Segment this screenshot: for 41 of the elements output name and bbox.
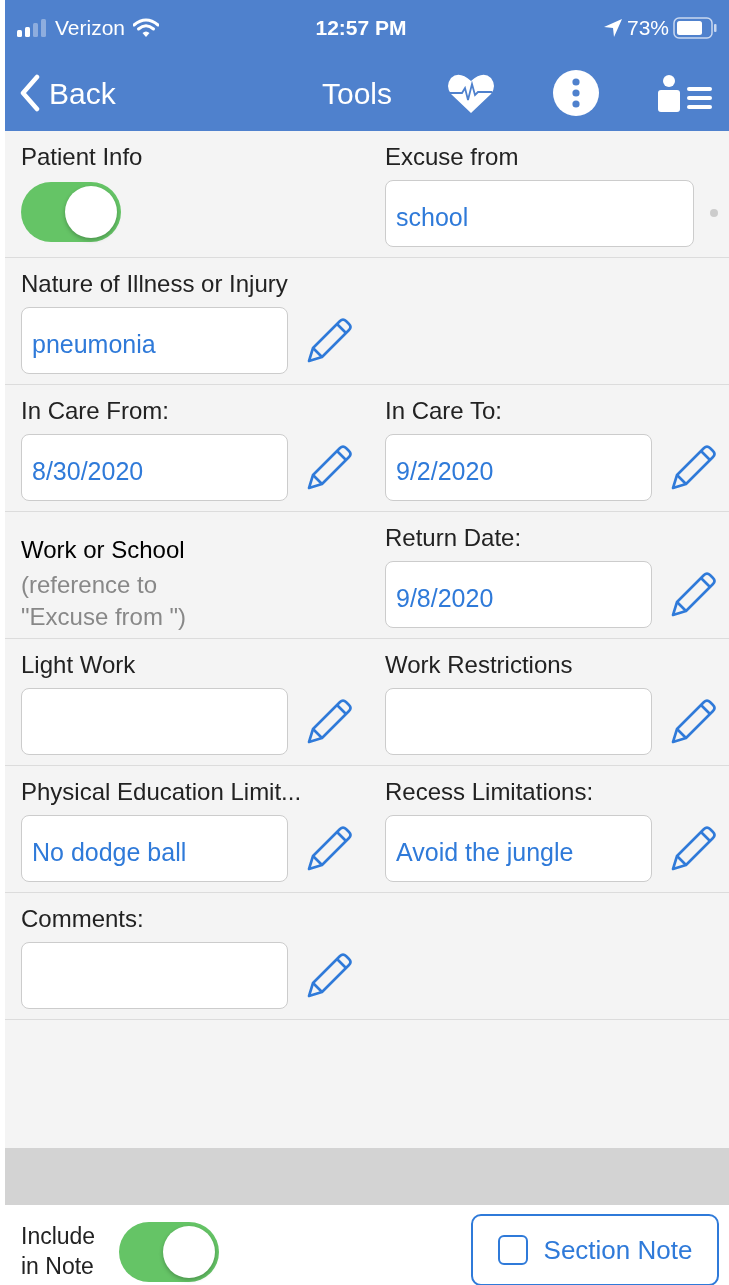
input-field[interactable] xyxy=(385,687,652,755)
input-field[interactable]: 9/8/2020 xyxy=(385,560,652,628)
back-chevron-icon xyxy=(19,74,41,112)
signal-icon xyxy=(17,18,47,37)
input-field[interactable]: 8/30/2020 xyxy=(21,433,288,501)
field-label: In Care To: xyxy=(385,397,503,426)
location-icon xyxy=(602,17,623,38)
person-list-icon[interactable] xyxy=(657,74,713,112)
status-time: 12:57 PM xyxy=(314,14,408,41)
field-label: Physical Education Limit... xyxy=(21,778,303,807)
input-field[interactable] xyxy=(21,687,288,755)
input-field[interactable]: school xyxy=(385,179,694,247)
input-field[interactable] xyxy=(21,941,288,1009)
field-label: Nature of Illness or Injury xyxy=(21,270,289,299)
reference-note: (reference to "Excuse from ") xyxy=(21,569,188,633)
field-label: Return Date: xyxy=(385,524,523,553)
field-label: In Care From: xyxy=(21,397,171,426)
field-label: Light Work xyxy=(21,651,137,680)
checkbox[interactable] xyxy=(497,1235,528,1265)
field-label: Patient Info xyxy=(21,143,144,172)
field-label: Work or School xyxy=(21,536,186,565)
include-label: Include in Note xyxy=(21,1222,97,1281)
input-field[interactable]: pneumonia xyxy=(21,306,288,374)
carrier-name: Verizon xyxy=(55,14,126,41)
field-label: Excuse from xyxy=(385,143,520,172)
input-field[interactable]: Avoid the jungle xyxy=(385,814,652,882)
screen-title: Tools xyxy=(322,75,392,112)
battery-percent: 73% xyxy=(626,14,669,41)
heart-pulse-icon[interactable] xyxy=(447,72,495,114)
field-label: Recess Limitations: xyxy=(385,778,595,807)
back-button[interactable]: Back xyxy=(19,70,116,116)
wifi-icon xyxy=(133,17,160,38)
input-field[interactable]: 9/2/2020 xyxy=(385,433,652,501)
more-options-icon[interactable] xyxy=(553,70,599,116)
section-note-button[interactable]: Section Note xyxy=(471,1214,719,1285)
field-label: Comments: xyxy=(21,905,145,934)
include-toggle[interactable] xyxy=(119,1222,219,1282)
field-label: Work Restrictions xyxy=(385,651,574,680)
battery-icon xyxy=(673,16,717,39)
input-field[interactable]: No dodge ball xyxy=(21,814,288,882)
dot-icon xyxy=(710,209,718,218)
